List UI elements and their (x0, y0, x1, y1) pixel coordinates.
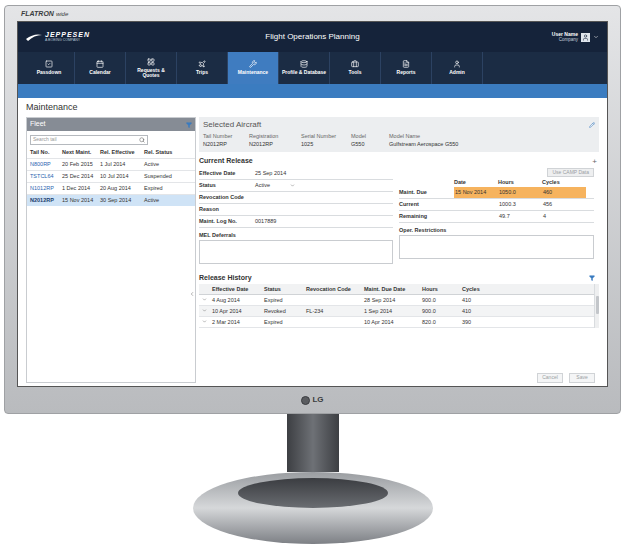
content: MaintenanceFleet Search tail Tail No.Next … (18, 98, 607, 386)
tab-icon (453, 60, 461, 68)
fleet-row[interactable]: N800RP20 Feb 20151 Jul 2014Active (27, 158, 195, 170)
fleet-row[interactable]: N1012RP1 Dec 201420 Aug 2014Expired (27, 182, 195, 194)
monitor-base (193, 472, 433, 544)
blue-strip (18, 84, 607, 98)
details-panel: Selected AircraftTail NumberN2012RPRegis… (199, 117, 599, 383)
footer-buttons: Cancel Save (199, 373, 599, 383)
search-icon (139, 137, 145, 143)
monitor-neck (287, 414, 339, 472)
tab-icon (96, 60, 104, 68)
release-history: Release HistoryEffective DateStatusRevoc… (199, 272, 599, 328)
history-header: Effective DateStatusRevocation CodeMaint… (199, 284, 594, 295)
footer-button[interactable]: Save (569, 373, 595, 383)
search-field[interactable]: Search tail (30, 135, 148, 145)
tab-icon (45, 60, 53, 68)
tab-icon (351, 60, 359, 68)
mel-deferrals-field[interactable] (199, 240, 393, 264)
nav-tab[interactable]: Tools (330, 52, 381, 84)
collapse-icon[interactable] (189, 291, 195, 297)
restrictions-field[interactable] (399, 235, 594, 259)
lg-circle-icon (301, 396, 310, 405)
header-top: JEPPESENA BOEING COMPANY Flight Operation… (18, 22, 607, 52)
nav-tab[interactable]: Passdown (24, 52, 75, 84)
page-title: Maintenance (26, 98, 599, 117)
company-name: Company (559, 37, 578, 43)
monitor-bezel: FLATRONwide JEPPESENA BOEING COMPANY Fligh… (4, 5, 621, 414)
logo-subtext: A BOEING COMPANY (45, 39, 90, 43)
nav-tab[interactable]: Admin (432, 52, 483, 84)
chevron-down-icon (593, 34, 599, 40)
nav-tabs: PassdownCalendarRequests & QuotesTripsMa… (18, 52, 607, 84)
aircraft-field: ModelG550 (351, 132, 389, 149)
expand-icon[interactable] (202, 297, 207, 302)
model-label: wide (56, 11, 68, 17)
add-button[interactable]: + (592, 158, 597, 166)
lg-logo: LG (301, 396, 323, 405)
filter-icon[interactable] (589, 275, 595, 281)
due-row: Current1000.3456 (399, 199, 594, 211)
fleet-row[interactable]: N2012RP15 Nov 201430 Sep 2014Active (27, 194, 195, 206)
edit-icon[interactable] (589, 122, 595, 128)
expand-icon[interactable] (202, 308, 207, 313)
expand-icon[interactable] (202, 319, 207, 324)
aircraft-field: Serial Number1025 (301, 132, 351, 149)
nav-tab[interactable]: Maintenance (228, 52, 279, 84)
nav-tab[interactable]: Calendar (75, 52, 126, 84)
dropdown-icon[interactable] (290, 183, 295, 188)
swoosh-icon (26, 33, 42, 41)
logo: JEPPESENA BOEING COMPANY (26, 31, 176, 43)
fleet-panel: Fleet Search tail Tail No.Next Maint.Rel. … (26, 117, 196, 383)
current-release: Current Release+Effective Date25 Sep 201… (199, 156, 599, 264)
user-menu[interactable]: User NameCompany (449, 31, 599, 43)
release-field[interactable]: Revocation Code (199, 192, 393, 204)
release-field[interactable]: Reason (199, 204, 393, 216)
aircraft-field: Model NameGulfstream Aerospace G550 (389, 132, 595, 149)
tab-icon (402, 60, 410, 68)
tab-icon (249, 60, 257, 68)
release-field[interactable]: StatusActive (199, 180, 393, 192)
camp-button[interactable]: Use CAMP Data (547, 168, 594, 178)
due-row: Remaining49.74 (399, 211, 594, 223)
bezel-bottom: LG (17, 387, 608, 413)
release-field[interactable]: Effective Date25 Sep 2014 (199, 168, 393, 180)
due-table-header: DateHoursCycles (399, 177, 594, 187)
due-row: Maint. Due15 Nov 20141050.0460 (399, 187, 594, 199)
aircraft-field: RegistrationN2012RP (249, 132, 301, 149)
history-row[interactable]: 10 Apr 2014RevokedFL-2341 Sep 2014900.04… (199, 306, 594, 317)
history-row[interactable]: 2 Mar 2014Expired10 Apr 2014820.0390 (199, 317, 594, 328)
history-row[interactable]: 4 Aug 2014Expired28 Sep 2014900.0410 (199, 295, 594, 306)
nav-tab[interactable]: Trips (177, 52, 228, 84)
app-title: Flight Operations Planning (265, 31, 359, 43)
tab-icon (147, 58, 155, 66)
release-field[interactable]: Maint. Log No.0017889 (199, 216, 393, 228)
nav-tab[interactable]: Reports (381, 52, 432, 84)
filter-icon[interactable] (186, 122, 192, 128)
tab-icon (198, 60, 206, 68)
bezel-top: FLATRONwide (17, 6, 608, 21)
app-header: JEPPESENA BOEING COMPANY Flight Operation… (18, 22, 607, 84)
logo-text: JEPPESEN (45, 31, 90, 38)
scrollbar[interactable] (594, 284, 599, 328)
screen: JEPPESENA BOEING COMPANY Flight Operation… (17, 21, 608, 387)
aircraft-field: Tail NumberN2012RP (203, 132, 249, 149)
user-icon (582, 34, 589, 41)
user-name: User Name (552, 31, 578, 37)
nav-tab[interactable]: Requests & Quotes (126, 52, 177, 84)
selected-aircraft: Selected AircraftTail NumberN2012RPRegis… (199, 117, 599, 152)
fleet-table-header: Tail No.Next Maint.Rel. EffectiveRel. St… (27, 147, 195, 158)
footer-button[interactable]: Cancel (537, 373, 563, 383)
fleet-header: Fleet (27, 118, 195, 131)
nav-tab[interactable]: Profile & Database (279, 52, 330, 84)
brand-label: FLATRON (21, 10, 54, 17)
fleet-row[interactable]: TSTCL6425 Dec 201410 Jul 2014Suspended (27, 170, 195, 182)
tab-icon (300, 60, 308, 68)
photo: FLATRONwide JEPPESENA BOEING COMPANY Fligh… (0, 0, 625, 560)
